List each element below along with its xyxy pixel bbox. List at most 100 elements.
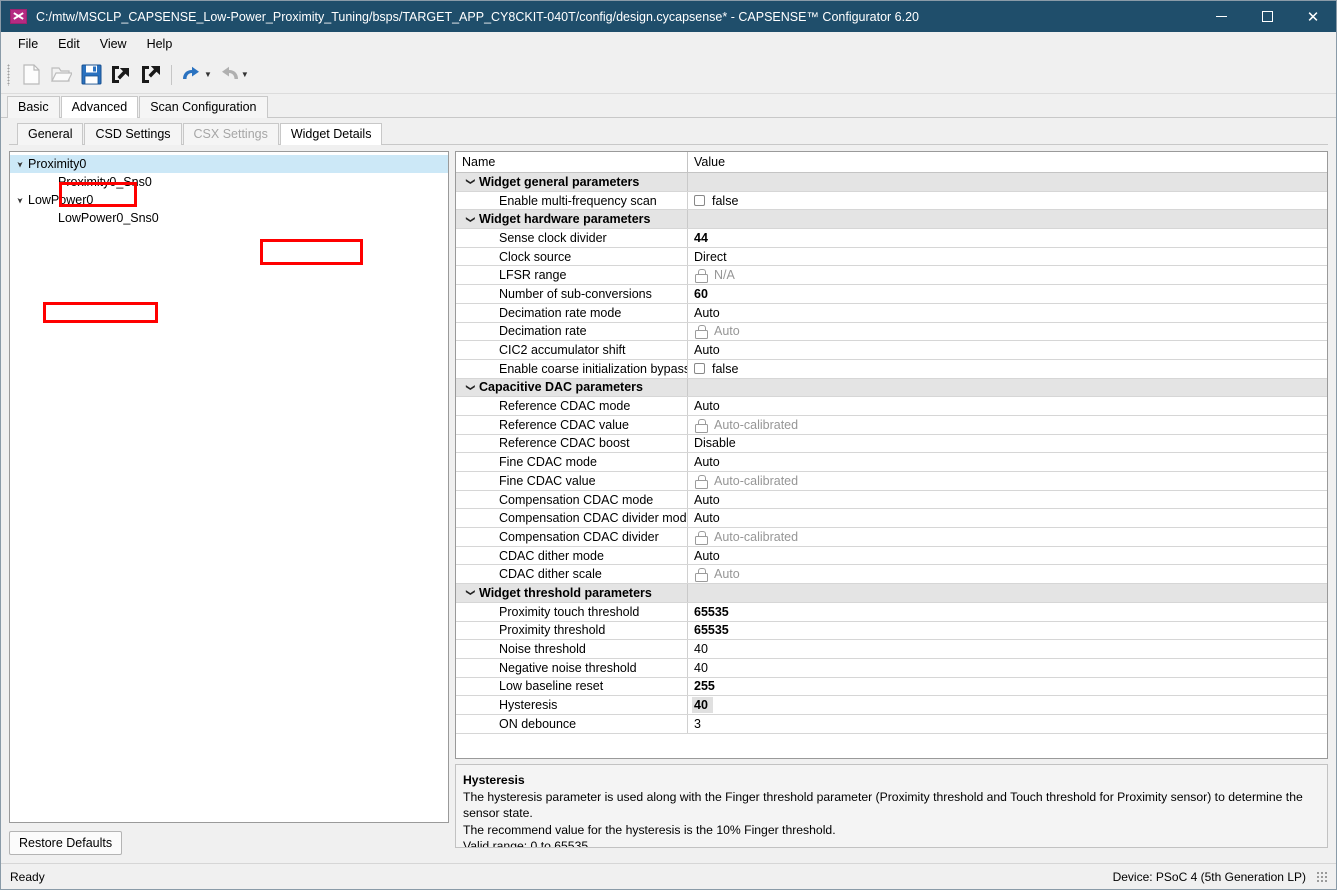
- property-row[interactable]: Number of sub-conversions 60: [456, 285, 1327, 304]
- property-row[interactable]: Negative noise threshold 40: [456, 658, 1327, 678]
- tab-csx-settings[interactable]: CSX Settings: [182, 123, 279, 145]
- property-value-cell[interactable]: false: [688, 360, 1327, 378]
- property-value-cell[interactable]: Auto-calibrated: [688, 528, 1327, 546]
- tree-item-proximity0[interactable]: ➤ Proximity0: [10, 155, 448, 173]
- property-value-cell[interactable]: Auto: [688, 304, 1327, 322]
- tree-item-lowpower0-sns0[interactable]: ➤ LowPower0_Sns0: [10, 209, 448, 227]
- export-button[interactable]: [136, 60, 166, 90]
- property-row[interactable]: LFSR range N/A: [456, 266, 1327, 286]
- property-value-cell[interactable]: Auto: [688, 491, 1327, 509]
- property-row[interactable]: Sense clock divider 44: [456, 229, 1327, 248]
- property-row[interactable]: Proximity threshold 65535: [456, 621, 1327, 641]
- undo-button[interactable]: [177, 60, 207, 90]
- menu-item-file[interactable]: File: [9, 34, 47, 54]
- property-row[interactable]: Fine CDAC mode Auto: [456, 453, 1327, 472]
- chevron-down-icon[interactable]: ❯: [465, 211, 476, 228]
- property-name-cell: Decimation rate mode: [456, 303, 688, 322]
- maximize-button[interactable]: [1244, 1, 1290, 32]
- chevron-down-icon[interactable]: ❯: [465, 173, 476, 190]
- property-value-cell[interactable]: Disable: [688, 435, 1327, 453]
- property-value: 3: [694, 716, 701, 731]
- resize-grip-icon[interactable]: [1316, 870, 1328, 883]
- property-value-cell[interactable]: Auto: [688, 453, 1327, 471]
- property-value-cell[interactable]: 44: [688, 229, 1327, 247]
- chevron-down-icon[interactable]: ➤: [16, 156, 25, 172]
- menu-item-view[interactable]: View: [91, 34, 136, 54]
- property-row[interactable]: CIC2 accumulator shift Auto: [456, 341, 1327, 360]
- property-row[interactable]: Compensation CDAC divider Auto-calibrated: [456, 528, 1327, 547]
- property-group-row[interactable]: ❯ Widget hardware parameters: [456, 210, 1327, 230]
- close-button[interactable]: ✕: [1290, 1, 1336, 32]
- property-value-cell[interactable]: Auto: [688, 397, 1327, 415]
- property-row[interactable]: Low baseline reset 255: [456, 677, 1327, 697]
- property-group-row[interactable]: ❯ Widget general parameters: [456, 173, 1327, 192]
- property-row[interactable]: Hysteresis 40: [456, 696, 1327, 715]
- menu-item-edit[interactable]: Edit: [49, 34, 89, 54]
- property-row[interactable]: ON debounce 3: [456, 714, 1327, 734]
- property-row[interactable]: CDAC dither mode Auto: [456, 546, 1327, 566]
- import-button[interactable]: [106, 60, 136, 90]
- property-value-cell[interactable]: 65535: [688, 603, 1327, 621]
- spacer-icon: ➤: [12, 177, 28, 188]
- property-group-row[interactable]: ❯ Widget threshold parameters: [456, 584, 1327, 603]
- property-row[interactable]: Enable coarse initialization bypass false: [456, 359, 1327, 379]
- chevron-down-icon[interactable]: ➤: [16, 192, 25, 208]
- checkbox-icon[interactable]: [694, 195, 705, 207]
- property-value-cell[interactable]: N/A: [688, 266, 1327, 284]
- property-value-cell[interactable]: Auto: [688, 341, 1327, 359]
- chevron-down-icon[interactable]: ❯: [465, 379, 476, 396]
- property-value-cell[interactable]: 40: [688, 696, 1327, 714]
- column-header-name[interactable]: Name: [456, 152, 688, 172]
- property-row[interactable]: CDAC dither scale Auto: [456, 565, 1327, 585]
- property-row[interactable]: Proximity touch threshold 65535: [456, 602, 1327, 622]
- tab-basic[interactable]: Basic: [7, 96, 60, 118]
- property-row[interactable]: Reference CDAC boost Disable: [456, 434, 1327, 454]
- tab-widget-details[interactable]: Widget Details: [279, 123, 383, 145]
- save-button[interactable]: [76, 60, 106, 90]
- property-label: CIC2 accumulator shift: [499, 343, 626, 358]
- property-row[interactable]: Decimation rate mode Auto: [456, 303, 1327, 323]
- property-row[interactable]: Noise threshold 40: [456, 640, 1327, 659]
- property-value-cell[interactable]: 255: [688, 678, 1327, 696]
- tab-scan-configuration[interactable]: Scan Configuration: [139, 96, 268, 118]
- property-row[interactable]: Decimation rate Auto: [456, 322, 1327, 342]
- checkbox-icon[interactable]: [694, 363, 705, 375]
- minimize-button[interactable]: [1198, 1, 1244, 32]
- tree-item-lowpower0[interactable]: ➤ LowPower0: [10, 191, 448, 209]
- open-file-button[interactable]: [46, 60, 76, 90]
- property-value-cell[interactable]: 40: [688, 659, 1327, 677]
- menu-item-help[interactable]: Help: [138, 34, 182, 54]
- tree-item-proximity0-sns0[interactable]: ➤ Proximity0_Sns0: [10, 173, 448, 191]
- property-value-cell[interactable]: Auto-calibrated: [688, 416, 1327, 434]
- property-row[interactable]: Fine CDAC value Auto-calibrated: [456, 472, 1327, 491]
- toolbar-grip[interactable]: [7, 63, 10, 86]
- property-row[interactable]: Clock source Direct: [456, 247, 1327, 267]
- property-value-cell[interactable]: Auto: [688, 509, 1327, 527]
- property-row[interactable]: Compensation CDAC mode Auto: [456, 490, 1327, 510]
- tab-general[interactable]: General: [17, 123, 84, 145]
- property-value-cell[interactable]: Auto: [688, 565, 1327, 583]
- column-header-value[interactable]: Value: [688, 152, 1327, 172]
- property-value-cell[interactable]: Auto: [688, 547, 1327, 565]
- property-row[interactable]: Enable multi-frequency scan false: [456, 191, 1327, 211]
- property-name-cell: CIC2 accumulator shift: [456, 341, 688, 359]
- widget-tree[interactable]: ➤ Proximity0 ➤ Proximity0_Sns0 ➤ LowPowe…: [9, 151, 449, 823]
- property-value-cell[interactable]: 65535: [688, 622, 1327, 640]
- property-value-cell[interactable]: Auto: [688, 323, 1327, 341]
- property-group-row[interactable]: ❯ Capacitive DAC parameters: [456, 378, 1327, 398]
- redo-button[interactable]: [214, 60, 244, 90]
- tab-csd-settings[interactable]: CSD Settings: [84, 123, 182, 145]
- chevron-down-icon[interactable]: ❯: [465, 584, 476, 601]
- property-row[interactable]: Compensation CDAC divider mode Auto: [456, 509, 1327, 529]
- property-value-cell[interactable]: 3: [688, 715, 1327, 733]
- property-value-cell[interactable]: false: [688, 192, 1327, 210]
- new-file-button[interactable]: [16, 60, 46, 90]
- restore-defaults-button[interactable]: Restore Defaults: [9, 831, 123, 855]
- property-row[interactable]: Reference CDAC mode Auto: [456, 397, 1327, 416]
- property-value-cell[interactable]: 60: [688, 285, 1327, 303]
- property-value-cell[interactable]: Auto-calibrated: [688, 472, 1327, 490]
- property-row[interactable]: Reference CDAC value Auto-calibrated: [456, 415, 1327, 435]
- property-value-cell[interactable]: 40: [688, 640, 1327, 658]
- tab-advanced[interactable]: Advanced: [60, 96, 139, 118]
- property-value-cell[interactable]: Direct: [688, 248, 1327, 266]
